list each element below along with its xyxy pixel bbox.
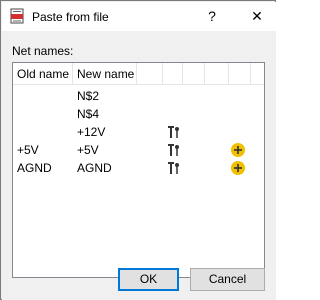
close-button[interactable]: ✕ bbox=[242, 3, 272, 30]
cancel-button[interactable]: Cancel bbox=[190, 268, 265, 291]
column-header-4[interactable] bbox=[163, 63, 183, 85]
column-header-6[interactable] bbox=[205, 63, 229, 85]
supply-pin-icon bbox=[168, 162, 179, 174]
supply-pin-icon bbox=[168, 144, 179, 156]
column-header-7[interactable] bbox=[229, 63, 251, 85]
column-header-new-name[interactable]: New name bbox=[73, 63, 137, 85]
new-name-cell: +12V bbox=[77, 125, 106, 139]
paste-from-file-dialog: Paste from file ? ✕ Net names: Old name … bbox=[0, 0, 276, 300]
table-row[interactable]: N$4 bbox=[13, 105, 264, 123]
old-name-cell: AGND bbox=[17, 161, 52, 175]
net-names-table[interactable]: Old name New name N$2 N$4 +12V +5V +5V A… bbox=[12, 62, 265, 278]
supply-pin-icon bbox=[168, 126, 179, 138]
table-row[interactable]: +5V +5V bbox=[13, 141, 264, 159]
table-header: Old name New name bbox=[13, 63, 264, 85]
help-button[interactable]: ? bbox=[198, 3, 226, 30]
old-name-cell: +5V bbox=[17, 143, 39, 157]
new-name-cell: N$2 bbox=[77, 89, 100, 103]
table-row[interactable]: +12V bbox=[13, 123, 264, 141]
table-row[interactable]: AGND AGND bbox=[13, 159, 264, 177]
table-row[interactable]: N$2 bbox=[13, 87, 264, 105]
add-circle-icon[interactable] bbox=[230, 142, 246, 158]
net-names-label: Net names: bbox=[12, 44, 74, 58]
column-header-old-name[interactable]: Old name bbox=[13, 63, 73, 85]
title-bar: Paste from file ? ✕ bbox=[2, 2, 276, 31]
add-circle-icon[interactable] bbox=[230, 160, 246, 176]
new-name-cell: +5V bbox=[77, 143, 99, 157]
column-header-3[interactable] bbox=[137, 63, 163, 85]
ok-button[interactable]: OK bbox=[118, 268, 179, 291]
new-name-cell: AGND bbox=[77, 161, 112, 175]
column-header-5[interactable] bbox=[183, 63, 205, 85]
paste-from-file-icon bbox=[10, 8, 24, 24]
dialog-body: Net names: Old name New name N$2 N$4 +12… bbox=[2, 31, 276, 300]
new-name-cell: N$4 bbox=[77, 107, 100, 121]
window-title: Paste from file bbox=[32, 10, 109, 24]
